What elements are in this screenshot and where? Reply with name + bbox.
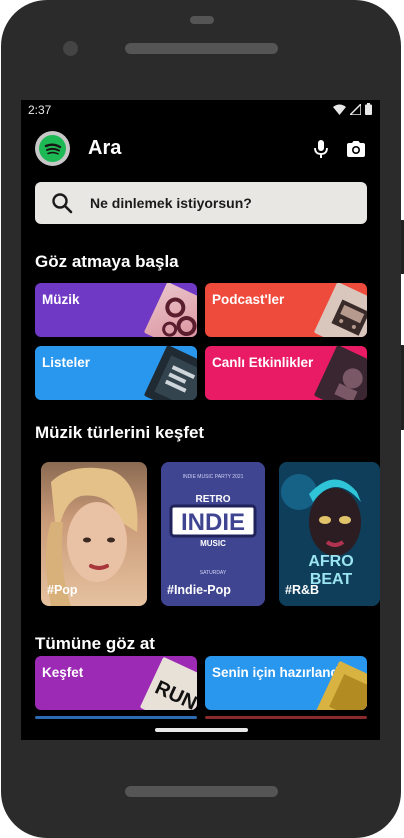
signal-icon xyxy=(350,103,361,115)
section-title-genres: Müzik türlerini keşfet xyxy=(35,423,205,442)
discover-cover-art: RUN xyxy=(139,656,197,710)
spotify-logo-avatar[interactable] xyxy=(35,131,70,166)
screen: 2:37 Ara Ne dinlemek istiyorsun? Göz atm… xyxy=(21,100,380,740)
category-label: Podcast'ler xyxy=(212,292,285,307)
genre-card-indie-pop[interactable]: INDIE MUSIC PARTY 2021 RETRO INDIE MUSIC… xyxy=(161,462,265,606)
svg-text:RUN: RUN xyxy=(152,677,197,710)
svg-text:RETRO: RETRO xyxy=(196,494,231,505)
status-bar: 2:37 xyxy=(21,100,380,120)
header: Ara xyxy=(21,128,380,170)
wifi-icon xyxy=(333,104,346,115)
category-card-music[interactable]: Müzik xyxy=(35,283,197,337)
earpiece-speaker xyxy=(125,43,278,54)
next-row-card-edge xyxy=(205,716,367,719)
category-label: Senin için hazırlandı xyxy=(212,665,343,680)
front-camera xyxy=(63,41,78,56)
playlist-cover-art xyxy=(143,346,197,400)
svg-text:INDIE MUSIC PARTY 2021: INDIE MUSIC PARTY 2021 xyxy=(183,474,244,480)
category-card-discover[interactable]: Keşfet RUN xyxy=(35,656,197,710)
music-cover-art xyxy=(143,283,197,337)
sensor xyxy=(190,16,214,24)
next-row-card-edge xyxy=(35,716,197,719)
search-icon xyxy=(52,193,73,214)
category-card-live-events[interactable]: Canlı Etkinlikler xyxy=(205,346,367,400)
svg-text:INDIE: INDIE xyxy=(181,509,245,536)
svg-text:AFRO: AFRO xyxy=(308,553,353,570)
battery-icon xyxy=(365,103,372,115)
genre-label: #R&B xyxy=(285,583,320,597)
category-card-playlists[interactable]: Listeler xyxy=(35,346,197,400)
bottom-speaker xyxy=(125,786,278,797)
page-title: Ara xyxy=(88,137,122,159)
svg-text:SATURDAY: SATURDAY xyxy=(200,570,227,576)
genre-label: #Indie-Pop xyxy=(167,583,231,597)
phone-frame: 2:37 Ara Ne dinlemek istiyorsun? Göz atm… xyxy=(1,0,404,838)
live-events-cover-art xyxy=(313,346,367,400)
category-card-made-for-you[interactable]: Senin için hazırlandı xyxy=(205,656,367,710)
svg-text:MUSIC: MUSIC xyxy=(200,539,226,548)
spotify-logo-icon xyxy=(39,135,66,162)
search-bar[interactable]: Ne dinlemek istiyorsun? xyxy=(35,182,367,224)
podcast-cover-art xyxy=(313,283,367,337)
section-title-start-browsing: Göz atmaya başla xyxy=(35,252,179,271)
genre-carousel[interactable]: #Pop INDIE MUSIC PARTY 2021 RETRO INDIE … xyxy=(41,460,380,606)
category-label: Müzik xyxy=(42,292,80,307)
genre-card-pop[interactable]: #Pop xyxy=(41,462,147,606)
category-label: Canlı Etkinlikler xyxy=(212,355,314,370)
category-card-podcasts[interactable]: Podcast'ler xyxy=(205,283,367,337)
status-time: 2:37 xyxy=(28,103,52,117)
home-indicator[interactable] xyxy=(155,728,248,732)
search-placeholder: Ne dinlemek istiyorsun? xyxy=(90,195,252,211)
camera-icon[interactable] xyxy=(345,138,367,160)
category-label: Listeler xyxy=(42,355,91,370)
genre-label: #Pop xyxy=(47,583,78,597)
genre-card-rnb[interactable]: AFRO BEAT #R&B xyxy=(279,462,380,606)
microphone-icon[interactable] xyxy=(310,138,332,160)
category-label: Keşfet xyxy=(42,665,84,680)
section-title-browse-all: Tümüne göz at xyxy=(35,634,155,653)
